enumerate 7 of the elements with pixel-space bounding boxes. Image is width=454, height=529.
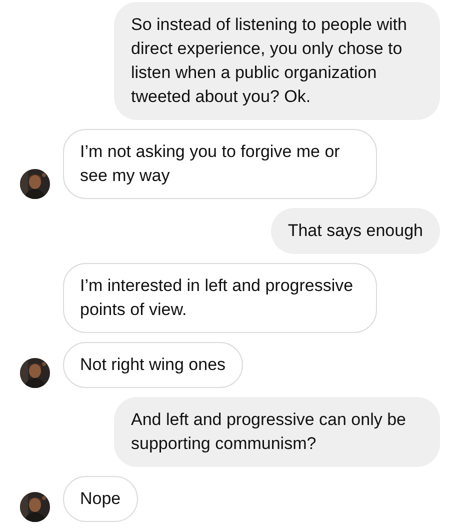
message-bubble: I’m not asking you to forgive me or see my way	[63, 129, 377, 199]
message-bubble: That says enough	[270, 208, 440, 254]
message-bubble: I’m interested in left and progressive points of view.	[63, 263, 377, 333]
message-bubble: So instead of listening to people with direct experience, you only chose to listen when a public organization tweeted about you? Ok.	[114, 2, 440, 120]
message-bubble: And left and progressive can only be supporting communism?	[114, 397, 440, 467]
message-bubble: Not right wing ones	[63, 342, 243, 388]
message-bubble: Nope	[63, 476, 138, 522]
